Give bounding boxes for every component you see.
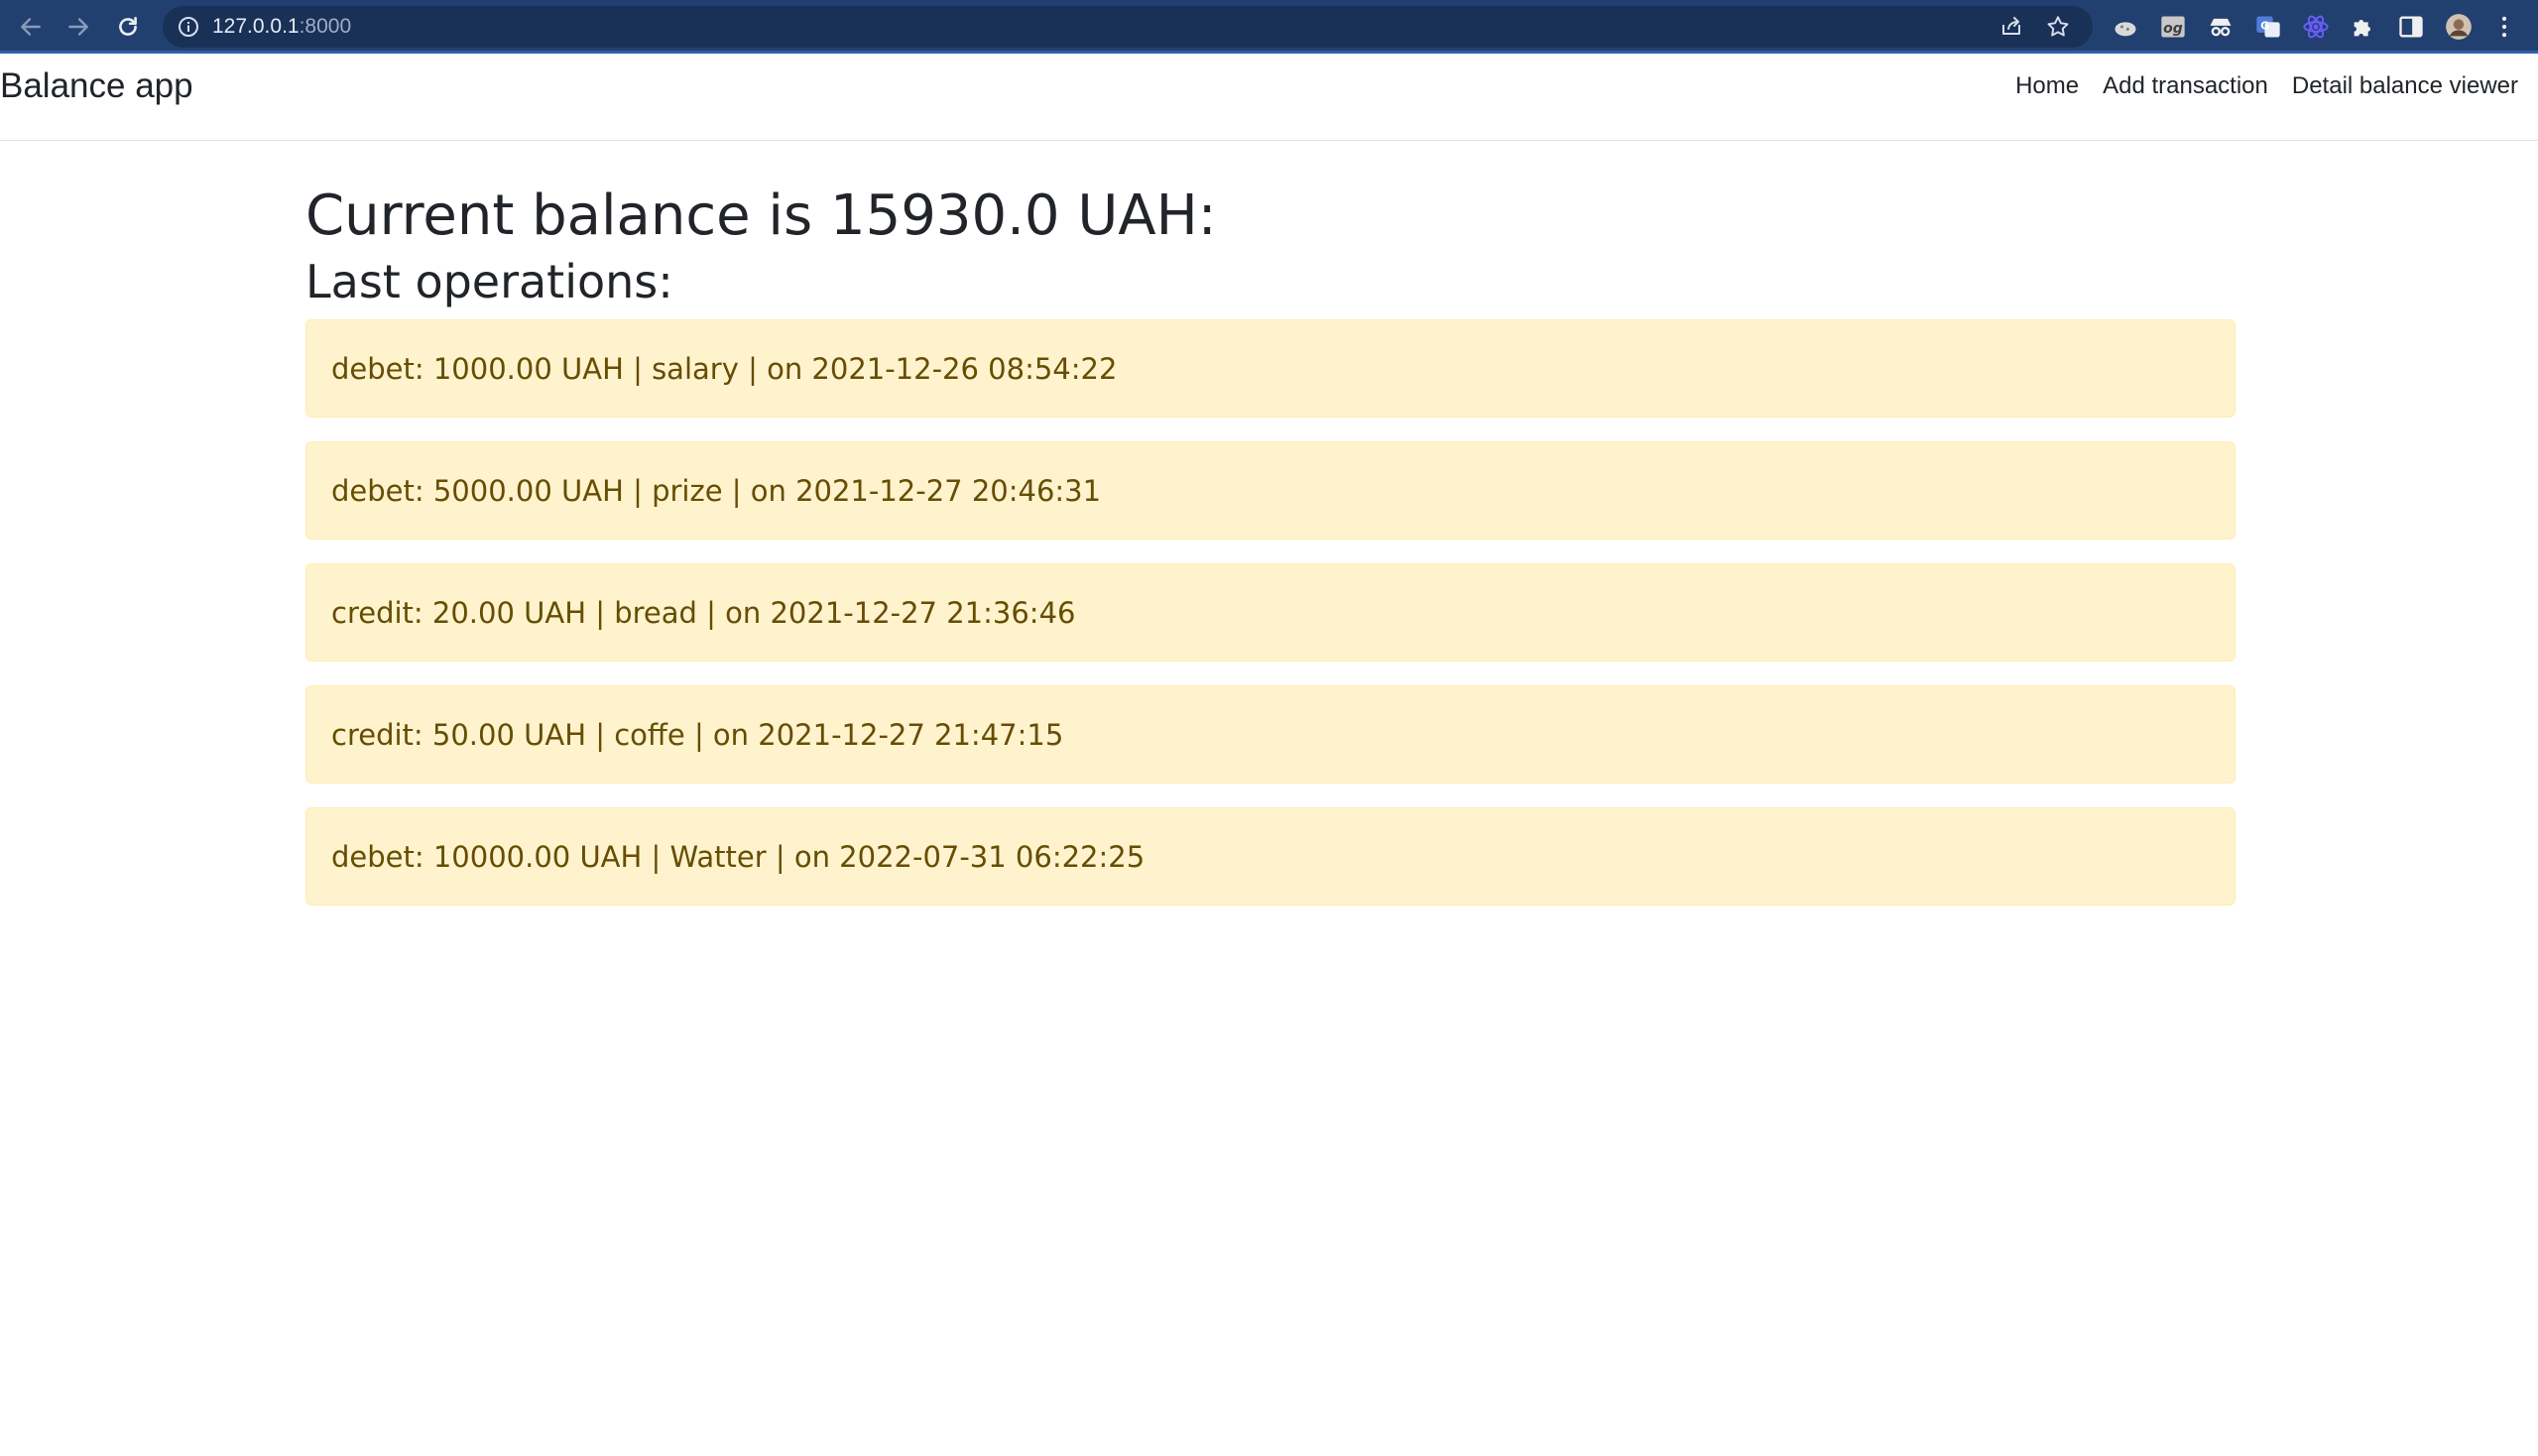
url-text[interactable]: 127.0.0.1:8000 [212, 6, 351, 48]
operations-list: debet: 1000.00 UAH | salary | on 2021-12… [305, 319, 2236, 906]
nav-link-home[interactable]: Home [2015, 71, 2079, 101]
share-icon[interactable] [1999, 15, 2023, 39]
svg-text:G: G [2260, 20, 2269, 32]
forward-button[interactable] [61, 10, 95, 44]
extension-cookie[interactable] [2111, 12, 2140, 42]
translate-icon: G [2256, 16, 2280, 38]
app-navbar: Balance app Home Add transaction Detail … [0, 54, 2538, 141]
operation-item: debet: 1000.00 UAH | salary | on 2021-12… [305, 319, 2236, 418]
url-port: :8000 [299, 15, 352, 38]
back-button[interactable] [14, 10, 48, 44]
puzzle-icon [2354, 20, 2370, 37]
operation-item: debet: 5000.00 UAH | prize | on 2021-12-… [305, 441, 2236, 540]
operations-heading: Last operations: [305, 255, 673, 308]
reload-icon [119, 17, 137, 36]
og-icon: og [2161, 16, 2185, 38]
address-bar[interactable]: 127.0.0.1:8000 [163, 6, 2093, 48]
nav-links: Home Add transaction Detail balance view… [2015, 71, 2518, 101]
extension-translate[interactable]: G [2253, 12, 2283, 42]
operation-item: credit: 20.00 UAH | bread | on 2021-12-2… [305, 563, 2236, 662]
side-panel-icon [2399, 16, 2423, 38]
extension-og[interactable]: og [2158, 12, 2188, 42]
spy-icon [2210, 18, 2232, 37]
extension-react[interactable] [2301, 12, 2331, 42]
operation-item: debet: 10000.00 UAH | Watter | on 2022-0… [305, 807, 2236, 906]
main-content: Current balance is 15930.0 UAH: Last ope… [305, 177, 2236, 929]
brand-link[interactable]: Balance app [0, 54, 193, 141]
cookie-icon [2115, 22, 2136, 37]
extensions-menu[interactable] [2349, 12, 2378, 42]
url-host: 127.0.0.1 [212, 15, 300, 38]
nav-link-add-transaction[interactable]: Add transaction [2103, 71, 2268, 101]
browser-menu-button[interactable] [2489, 12, 2519, 42]
nav-link-detail-balance-viewer[interactable]: Detail balance viewer [2292, 71, 2518, 101]
browser-toolbar: 127.0.0.1:8000 og G [0, 0, 2538, 54]
balance-heading: Current balance is 15930.0 UAH: [305, 183, 1217, 248]
reload-button[interactable] [111, 10, 145, 44]
arrow-right-icon [68, 18, 88, 36]
info-icon[interactable] [177, 15, 200, 39]
bookmark-star-icon[interactable] [2045, 14, 2071, 40]
atom-icon [2303, 15, 2329, 39]
operation-item: credit: 50.00 UAH | coffe | on 2021-12-2… [305, 685, 2236, 784]
more-vertical-icon [2501, 16, 2507, 38]
svg-text:og: og [2163, 21, 2183, 37]
side-panel-toggle[interactable] [2396, 12, 2426, 42]
arrow-left-icon [21, 18, 41, 36]
extension-incognito[interactable] [2206, 12, 2236, 42]
avatar-icon [2446, 14, 2472, 40]
profile-avatar[interactable] [2444, 12, 2474, 42]
